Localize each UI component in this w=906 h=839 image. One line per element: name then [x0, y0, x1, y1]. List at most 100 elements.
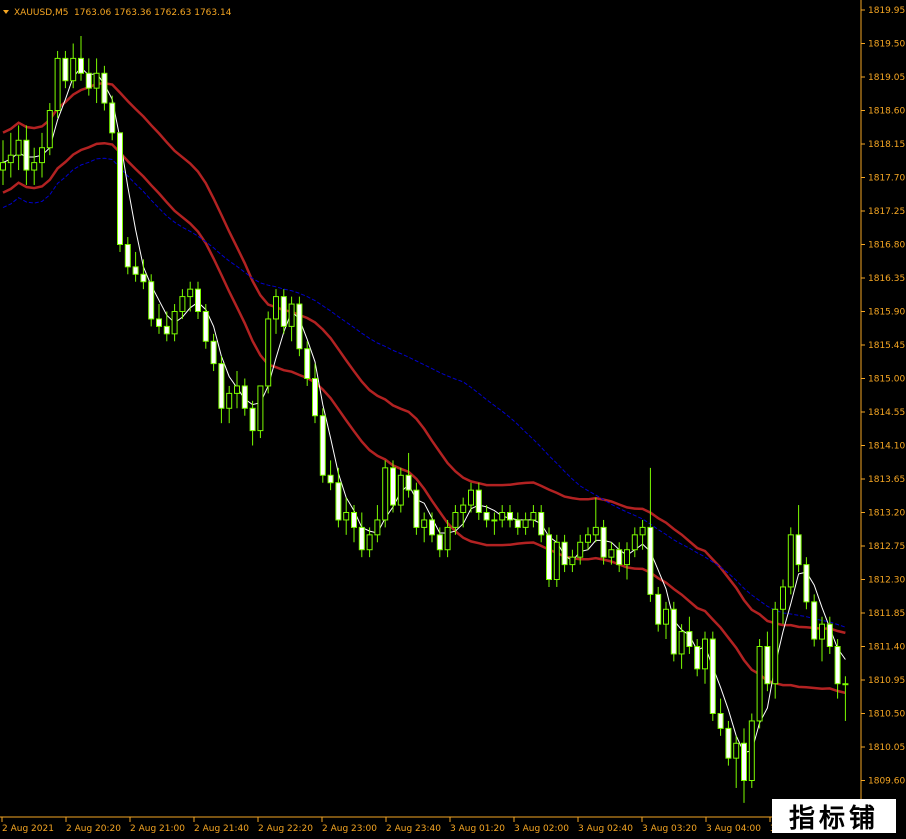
- time-tick-label: 2 Aug 22:20: [258, 824, 313, 834]
- price-tick-label: 1810.50: [868, 710, 905, 720]
- candle-body: [834, 646, 841, 685]
- candle-body: [304, 348, 311, 380]
- candle-body: [436, 534, 443, 551]
- candle-body: [288, 303, 295, 327]
- candle-body: [530, 512, 537, 521]
- candle-body: [171, 311, 178, 335]
- candle-body: [273, 296, 279, 320]
- candle-body: [312, 378, 318, 417]
- price-tick-label: 1813.20: [868, 509, 905, 519]
- candle-body: [764, 646, 771, 685]
- candle-body: [795, 534, 802, 566]
- time-axis[interactable]: 2 Aug 2021 2 Aug 20:20 2 Aug 21:00 2 Aug 21…: [1, 817, 825, 834]
- candle-body: [366, 534, 373, 551]
- candle-body: [639, 526, 646, 536]
- candle-body: [670, 608, 677, 655]
- candle-body: [210, 340, 217, 365]
- candle-body: [195, 288, 201, 312]
- candle-body: [522, 519, 529, 528]
- price-tick-label: 1815.00: [868, 375, 905, 385]
- candle: [811, 594, 818, 647]
- candle-body: [475, 489, 482, 513]
- candle-body: [7, 154, 14, 164]
- candle-body: [234, 385, 240, 394]
- price-tick-label: 1809.60: [868, 777, 905, 787]
- price-tick-label: 1814.55: [868, 408, 905, 418]
- candle-body: [561, 541, 568, 566]
- time-tick-label: 3 Aug 01:20: [450, 824, 505, 834]
- candle-body: [249, 407, 256, 432]
- candle-body: [842, 683, 849, 686]
- candle-body: [717, 713, 724, 729]
- time-tick-label: 3 Aug 02:40: [578, 824, 633, 834]
- price-tick-label: 1814.10: [868, 442, 905, 452]
- candle-body: [452, 512, 459, 528]
- price-tick-label: 1819.05: [868, 73, 905, 83]
- candle-body: [132, 266, 139, 275]
- price-tick-label: 1819.50: [868, 40, 905, 50]
- candle: [748, 713, 755, 788]
- candle-body: [468, 489, 474, 506]
- price-tick-label: 1811.40: [868, 643, 905, 653]
- candle-body: [163, 325, 170, 335]
- candle-body: [569, 556, 576, 566]
- candle-body: [70, 57, 77, 82]
- candle-body: [148, 281, 155, 320]
- candle-body: [179, 296, 186, 313]
- price-tick-label: 1813.65: [868, 475, 905, 485]
- candle-body: [748, 720, 755, 782]
- candle-body: [257, 385, 264, 432]
- candle-body: [507, 512, 513, 521]
- candle: [413, 482, 420, 535]
- price-tick-label: 1815.90: [868, 308, 905, 318]
- candle-body: [124, 244, 131, 268]
- plot-background: [0, 0, 861, 817]
- candle: [296, 296, 303, 357]
- candle-body: [553, 541, 560, 580]
- candle: [257, 385, 264, 439]
- candle-body: [787, 534, 794, 588]
- candle-body: [546, 534, 552, 580]
- price-axis[interactable]: 1819.95 1819.50 1819.05 1818.60 1818.15 1817.…: [861, 6, 905, 787]
- price-tick-label: 1818.15: [868, 140, 905, 150]
- price-tick-label: 1810.95: [868, 676, 905, 686]
- candle-body: [226, 392, 233, 409]
- candle-body: [655, 593, 662, 625]
- candle: [46, 103, 53, 156]
- candle-body: [31, 162, 38, 171]
- candle-body: [140, 273, 147, 283]
- candle-body: [54, 57, 61, 111]
- candle: [787, 527, 794, 595]
- time-tick-label: 2 Aug 20:20: [66, 824, 121, 834]
- candle-body: [608, 549, 615, 558]
- price-tick-label: 1818.60: [868, 107, 905, 117]
- candle-body: [460, 504, 467, 513]
- candle-body: [39, 147, 45, 164]
- candle: [709, 631, 716, 721]
- time-tick-label: 3 Aug 03:20: [642, 824, 697, 834]
- time-tick-label: 3 Aug 04:00: [706, 824, 761, 834]
- candle-body: [15, 139, 22, 156]
- candle-body: [624, 549, 630, 566]
- time-tick-label: 2 Aug 23:00: [322, 824, 377, 834]
- candle-body: [46, 110, 53, 149]
- candle-body: [592, 526, 599, 536]
- candle-body: [756, 646, 763, 722]
- plot-area[interactable]: [0, 0, 861, 817]
- candle-body: [499, 512, 506, 521]
- candle-body: [444, 526, 451, 551]
- candle-body: [117, 132, 123, 245]
- candle-body: [616, 549, 623, 566]
- time-tick-label: 3 Aug 02:00: [514, 824, 569, 834]
- candle-body: [585, 534, 591, 543]
- time-tick-label: 2 Aug 21:40: [194, 824, 249, 834]
- price-chart[interactable]: XAUUSD,M5 1763.06 1763.36 1762.63 1763.1…: [0, 0, 906, 839]
- candle: [546, 527, 552, 587]
- time-tick-label: 2 Aug 2021: [2, 824, 54, 834]
- candle: [772, 601, 779, 699]
- candle-body: [358, 526, 365, 551]
- time-tick-label: 2 Aug 23:40: [386, 824, 441, 834]
- candle-body: [374, 519, 381, 536]
- candle-body: [382, 467, 389, 521]
- candle-body: [709, 638, 716, 714]
